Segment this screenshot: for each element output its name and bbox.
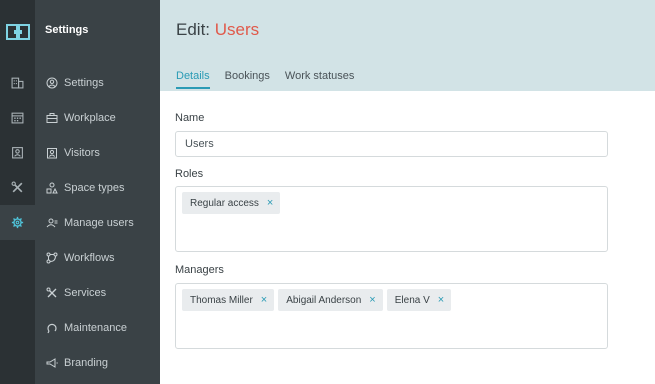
tab-work-statuses[interactable]: Work statuses xyxy=(285,70,355,89)
managers-label: Managers xyxy=(175,264,224,276)
sidebar-item-label: Workflows xyxy=(64,251,115,264)
users-icon xyxy=(46,218,58,227)
user-circle-icon xyxy=(46,77,58,88)
tab-details[interactable]: Details xyxy=(176,70,210,89)
page-title-prefix: Edit: xyxy=(176,20,215,39)
tab-bar: Details Bookings Work statuses xyxy=(176,70,354,89)
building-icon[interactable] xyxy=(0,65,35,100)
visitor-badge-icon xyxy=(47,147,57,158)
sidebar-item-label: Visitors xyxy=(64,146,100,159)
megaphone-icon xyxy=(46,357,58,368)
sidebar-item-label: Space types xyxy=(64,181,125,194)
sidebar-item-visitors[interactable]: Visitors xyxy=(35,135,160,170)
gear-icon[interactable] xyxy=(0,205,35,240)
sidebar-item-workplace[interactable]: Workplace xyxy=(35,100,160,135)
role-chip: Regular access × xyxy=(182,192,281,214)
roles-label: Roles xyxy=(175,168,204,180)
chip-label: Regular access xyxy=(190,197,259,209)
sidebar-item-manage-users[interactable]: Manage users xyxy=(35,205,160,240)
sidebar-item-workflows[interactable]: Workflows xyxy=(35,240,160,275)
page-header: Edit: Users Details Bookings Work status… xyxy=(160,0,655,91)
logo-icon xyxy=(6,24,30,40)
sidebar-item-space-types[interactable]: Space types xyxy=(35,170,160,205)
tools-icon[interactable] xyxy=(0,170,35,205)
chip-label: Thomas Miller xyxy=(190,294,253,306)
sidebar-item-label: Manage users xyxy=(64,216,134,229)
roles-field[interactable]: Regular access × xyxy=(175,186,608,252)
remove-icon[interactable]: × xyxy=(369,294,375,306)
chip-label: Abigail Anderson xyxy=(286,294,362,306)
icon-rail xyxy=(0,0,35,384)
manager-chip: Abigail Anderson × xyxy=(278,289,383,311)
name-label: Name xyxy=(175,112,205,124)
workflow-icon xyxy=(46,252,58,263)
remove-icon[interactable]: × xyxy=(438,294,444,306)
tab-bookings[interactable]: Bookings xyxy=(225,70,270,89)
wrench-icon xyxy=(46,287,57,297)
settings-sidebar: Settings Settings Workplace Visitors Spa… xyxy=(35,0,160,384)
calendar-icon[interactable] xyxy=(0,100,35,135)
sidebar-title: Settings xyxy=(45,24,89,36)
sidebar-item-label: Workplace xyxy=(64,111,116,124)
sidebar-item-settings[interactable]: Settings xyxy=(35,65,160,100)
manager-chip: Thomas Miller × xyxy=(182,289,275,311)
name-field[interactable] xyxy=(175,131,608,157)
sidebar-item-label: Maintenance xyxy=(64,321,127,334)
sidebar-item-services[interactable]: Services xyxy=(35,275,160,310)
sidebar-item-maintenance[interactable]: Maintenance xyxy=(35,310,160,345)
sidebar-item-label: Settings xyxy=(64,76,104,89)
remove-icon[interactable]: × xyxy=(267,197,273,209)
sidebar-item-branding[interactable]: Branding xyxy=(35,345,160,380)
managers-field[interactable]: Thomas Miller × Abigail Anderson × Elena… xyxy=(175,283,608,349)
sidebar-item-label: Services xyxy=(64,286,107,299)
briefcase-icon xyxy=(46,112,58,123)
chip-label: Elena V xyxy=(394,294,430,306)
shapes-icon xyxy=(46,182,58,193)
manager-chip: Elena V × xyxy=(386,289,452,311)
remove-icon[interactable]: × xyxy=(261,294,267,306)
page-title-name: Users xyxy=(214,20,260,39)
badge-icon[interactable] xyxy=(0,135,35,170)
page-title: Edit: Users xyxy=(176,20,259,40)
sidebar-item-label: Branding xyxy=(64,356,109,369)
maintenance-icon xyxy=(47,323,57,333)
